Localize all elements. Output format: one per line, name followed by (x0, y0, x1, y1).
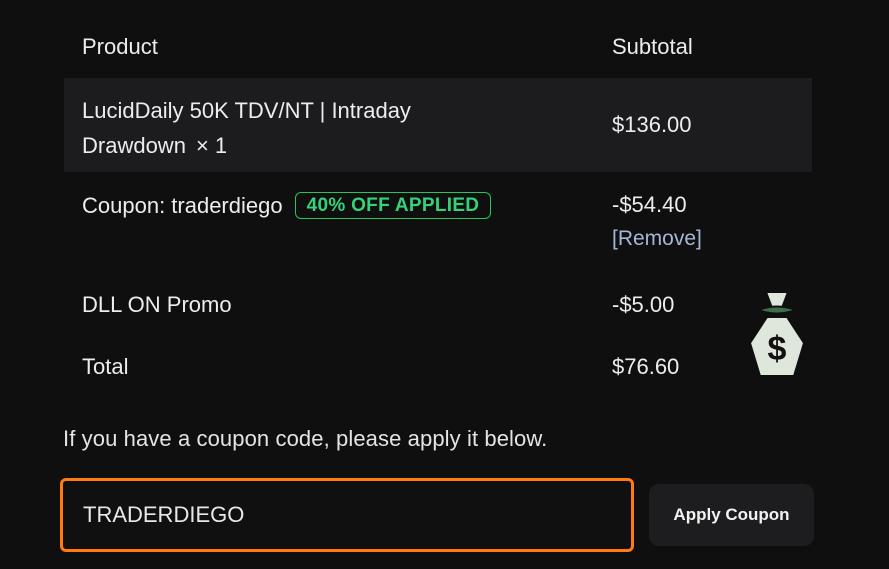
table-header: Product Subtotal (64, 0, 812, 78)
coupon-discount-amount: -$54.40 (612, 192, 687, 217)
total-label: Total (82, 354, 129, 379)
coupon-code-input[interactable] (60, 478, 634, 552)
coupon-hint-text: If you have a coupon code, please apply … (63, 426, 548, 451)
product-column-header: Product (82, 34, 158, 59)
promo-label: DLL ON Promo (82, 292, 232, 317)
product-quantity: × 1 (195, 133, 228, 158)
coupon-label: Coupon: traderdiego (82, 193, 283, 218)
svg-text:$: $ (768, 330, 787, 368)
order-summary-table: Product Subtotal LucidDaily 50K TDV/NT |… (64, 0, 812, 402)
product-name-line1: LucidDaily 50K TDV/NT | Intraday (82, 98, 411, 123)
product-name: LucidDaily 50K TDV/NT | Intraday Drawdow… (82, 93, 502, 163)
remove-coupon-link[interactable]: [Remove] (612, 227, 702, 251)
product-name-line2: Drawdown (82, 133, 186, 158)
product-row: LucidDaily 50K TDV/NT | Intraday Drawdow… (64, 78, 812, 172)
money-bag-icon: $ (748, 291, 806, 377)
subtotal-column-header: Subtotal (612, 34, 693, 59)
apply-coupon-button[interactable]: Apply Coupon (649, 484, 814, 546)
total-row: Total $76.60 (64, 342, 812, 402)
total-amount: $76.60 (612, 354, 680, 379)
promo-row: DLL ON Promo -$5.00 (64, 280, 812, 342)
coupon-row: Coupon: traderdiego 40% OFF APPLIED -$54.… (64, 172, 812, 280)
product-price: $136.00 (612, 112, 692, 137)
money-bag-tie-icon (755, 305, 799, 315)
promo-discount-amount: -$5.00 (612, 292, 675, 317)
coupon-label-group: Coupon: traderdiego 40% OFF APPLIED (82, 192, 492, 219)
coupon-applied-badge: 40% OFF APPLIED (294, 192, 492, 219)
